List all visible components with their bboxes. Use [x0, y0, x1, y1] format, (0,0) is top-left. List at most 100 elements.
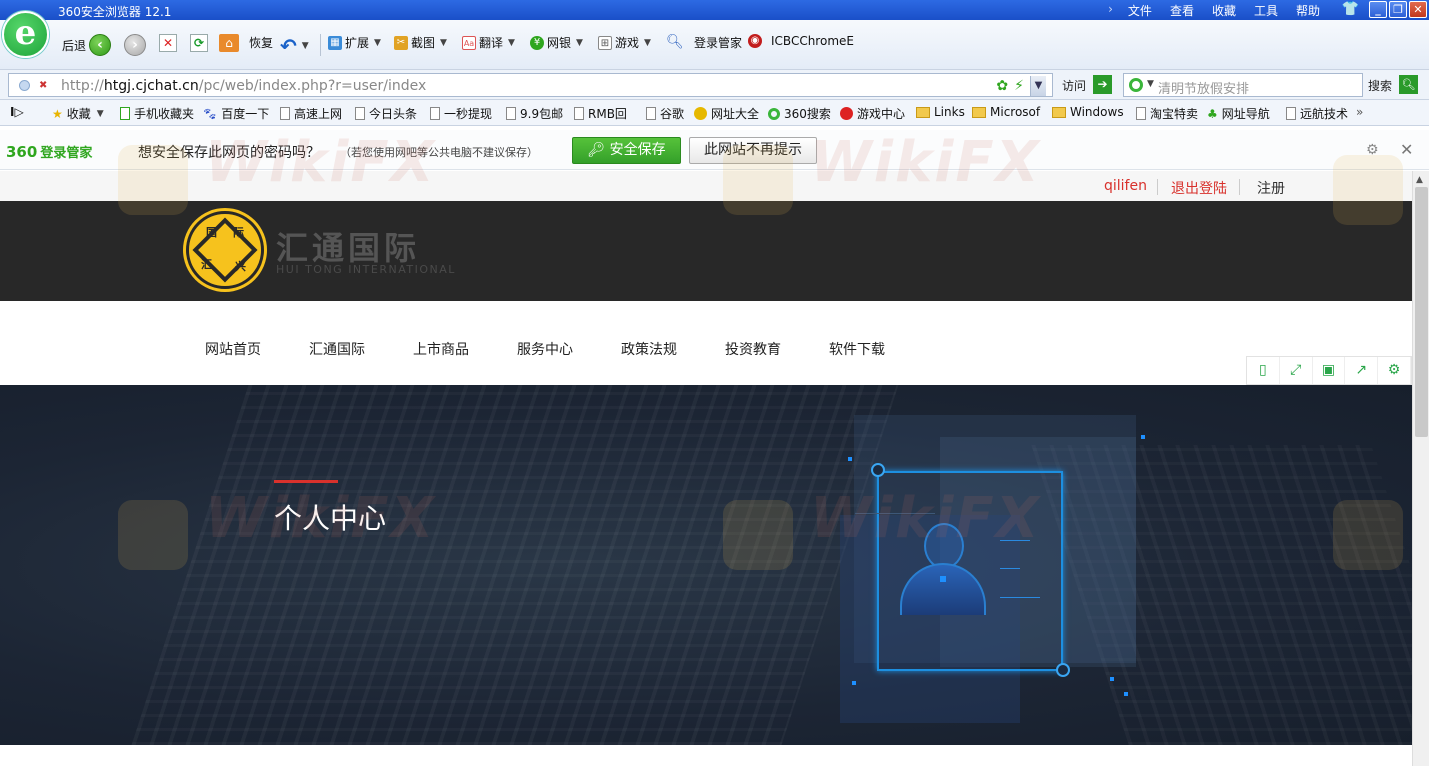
- nav-service[interactable]: 服务中心: [517, 339, 573, 359]
- nav-download[interactable]: 软件下载: [829, 339, 885, 359]
- menu-file[interactable]: 文件: [1119, 2, 1161, 19]
- goto-arrow-icon[interactable]: ➔: [1093, 75, 1112, 94]
- reader-icon[interactable]: ▯: [1247, 357, 1280, 384]
- never-remind-button[interactable]: 此网站不再提示: [689, 137, 817, 164]
- nav-education[interactable]: 投资教育: [725, 339, 781, 359]
- undo-icon: ↶: [280, 34, 297, 58]
- maximize-button[interactable]: ❐: [1389, 1, 1407, 18]
- page-scrollbar[interactable]: ▲: [1412, 171, 1429, 766]
- pixel-decoration: [852, 681, 856, 685]
- forward-button[interactable]: ›: [124, 34, 146, 56]
- close-icon[interactable]: ✕: [1400, 140, 1413, 159]
- bank-button[interactable]: ¥ 网银 ▼: [530, 34, 583, 51]
- nav-home[interactable]: 网站首页: [205, 339, 261, 359]
- puzzle-icon: ▦: [328, 35, 342, 50]
- favorite-gamecenter[interactable]: 游戏中心: [840, 105, 905, 122]
- scroll-thumb[interactable]: [1415, 187, 1428, 437]
- divider: [1157, 179, 1158, 195]
- home-button[interactable]: ⌂: [219, 34, 239, 52]
- address-bar-row: ✖ http://htgj.cjchat.cn/pc/web/index.php…: [0, 70, 1429, 100]
- goto-label[interactable]: 访问: [1062, 77, 1086, 94]
- nav-huitong[interactable]: 汇通国际: [309, 339, 365, 359]
- favorite-mobile[interactable]: 手机收藏夹: [120, 105, 194, 122]
- nav-icon: ♣: [1207, 106, 1218, 121]
- paw-icon: 🐾︎: [202, 106, 218, 121]
- register-link[interactable]: 注册: [1257, 178, 1285, 198]
- menu-favorites[interactable]: 收藏: [1203, 2, 1245, 19]
- title-accent-bar: [274, 480, 338, 483]
- menu-help[interactable]: 帮助: [1287, 2, 1329, 19]
- game-button[interactable]: ⊞ 游戏 ▼: [598, 34, 651, 51]
- skin-shirt-icon[interactable]: 👕: [1342, 1, 1359, 17]
- find-button[interactable]: 🔍︎: [666, 34, 684, 50]
- save-password-button[interactable]: 🔑︎ 安全保存: [572, 137, 681, 164]
- username-link[interactable]: qilifen: [1104, 178, 1147, 194]
- favorite-directory[interactable]: 网址大全: [694, 105, 759, 122]
- favorite-microsoft[interactable]: Microsof: [972, 105, 1040, 119]
- star-icon: ★: [52, 106, 63, 121]
- favorite-google[interactable]: 谷歌: [646, 105, 684, 122]
- undo-button[interactable]: ↶ ▼: [280, 34, 309, 58]
- favorite-360search[interactable]: 360搜索: [768, 105, 831, 122]
- chevron-down-icon[interactable]: ▼: [1147, 79, 1154, 89]
- nav-policy[interactable]: 政策法规: [621, 339, 677, 359]
- favorite-toutiao[interactable]: 今日头条: [355, 105, 417, 122]
- url-text[interactable]: http://htgj.cjchat.cn/pc/web/index.php?r…: [61, 78, 426, 94]
- favorite-yuanhang[interactable]: 远航技术: [1286, 105, 1348, 122]
- screenshot-button[interactable]: ✂ 截图 ▼: [394, 34, 447, 51]
- menu-chevron-icon[interactable]: ›: [1102, 2, 1119, 19]
- bank-label: 网银: [547, 36, 572, 50]
- favorite-windows[interactable]: Windows: [1052, 105, 1124, 119]
- favorite-navigation[interactable]: ♣ 网址导航: [1207, 105, 1270, 122]
- search-engine-icon[interactable]: [1129, 78, 1143, 92]
- frame-node: [871, 463, 885, 477]
- minimize-button[interactable]: _: [1369, 1, 1387, 18]
- key-icon: 🔑︎: [587, 142, 610, 158]
- logout-link[interactable]: 退出登陆: [1171, 178, 1227, 198]
- address-bar[interactable]: ✖ http://htgj.cjchat.cn/pc/web/index.php…: [8, 73, 1053, 97]
- refresh-button[interactable]: ⟳: [190, 34, 208, 52]
- browser-logo-icon[interactable]: e: [2, 11, 49, 58]
- icbc-button[interactable]: ◉ ICBCChromeE: [748, 34, 854, 48]
- favorite-rmb[interactable]: RMB回: [574, 105, 627, 122]
- search-box[interactable]: ▼ 清明节放假安排: [1123, 73, 1363, 97]
- close-window-button[interactable]: ✕: [1409, 1, 1427, 18]
- favorite-taobao[interactable]: 淘宝特卖: [1136, 105, 1198, 122]
- favorite-baidu[interactable]: 🐾︎ 百度一下: [202, 105, 269, 122]
- share-icon[interactable]: ↗: [1345, 357, 1379, 384]
- sidebar-toggle-icon[interactable]: I▷: [10, 105, 24, 119]
- gear-icon[interactable]: ⚙: [1366, 142, 1379, 158]
- menu-bar: › 文件 查看 收藏 工具 帮助: [1102, 2, 1329, 19]
- favorite-speed[interactable]: 高速上网: [280, 105, 342, 122]
- save-password-question: 想安全保存此网页的密码吗？: [138, 145, 320, 161]
- login-manager-button[interactable]: 登录管家: [694, 34, 742, 51]
- favorite-label: 远航技术: [1300, 107, 1349, 121]
- translate-button[interactable]: Aa 翻译 ▼: [462, 34, 515, 51]
- info-line: [1000, 597, 1040, 598]
- scroll-up-icon[interactable]: ▲: [1416, 175, 1423, 185]
- menu-tools[interactable]: 工具: [1245, 2, 1287, 19]
- stop-button[interactable]: ✕: [159, 34, 177, 52]
- restore-button[interactable]: 恢复: [249, 34, 273, 51]
- insecure-icon[interactable]: ✖: [39, 80, 51, 92]
- site-logo[interactable]: 国 际 汇 兴: [186, 211, 264, 289]
- logo-char: 国: [206, 226, 217, 239]
- search-input[interactable]: 清明节放假安排: [1158, 78, 1249, 97]
- compat-mode-icon[interactable]: ✿: [996, 78, 1008, 94]
- favorite-links[interactable]: Links: [916, 105, 965, 119]
- extensions-button[interactable]: ▦ 扩展 ▼: [328, 34, 381, 51]
- address-dropdown-icon[interactable]: ▼: [1030, 76, 1046, 96]
- back-button[interactable]: 后退 ‹: [62, 34, 112, 56]
- search-icon[interactable]: 🔍︎: [1399, 75, 1418, 94]
- favorite-cashout[interactable]: 一秒提现: [430, 105, 492, 122]
- favorite-99[interactable]: 9.9包邮: [506, 105, 563, 122]
- speed-mode-icon[interactable]: ⚡: [1014, 78, 1024, 94]
- fullscreen-icon[interactable]: ⤢: [1280, 357, 1313, 384]
- settings-icon[interactable]: ⚙: [1378, 357, 1411, 384]
- nav-products[interactable]: 上市商品: [413, 339, 469, 359]
- search-label[interactable]: 搜索: [1368, 77, 1392, 94]
- menu-view[interactable]: 查看: [1161, 2, 1203, 19]
- more-favorites-icon[interactable]: »: [1356, 105, 1363, 119]
- save-page-icon[interactable]: ▣: [1313, 357, 1346, 384]
- favorites-menu[interactable]: ★ 收藏 ▼: [52, 105, 104, 122]
